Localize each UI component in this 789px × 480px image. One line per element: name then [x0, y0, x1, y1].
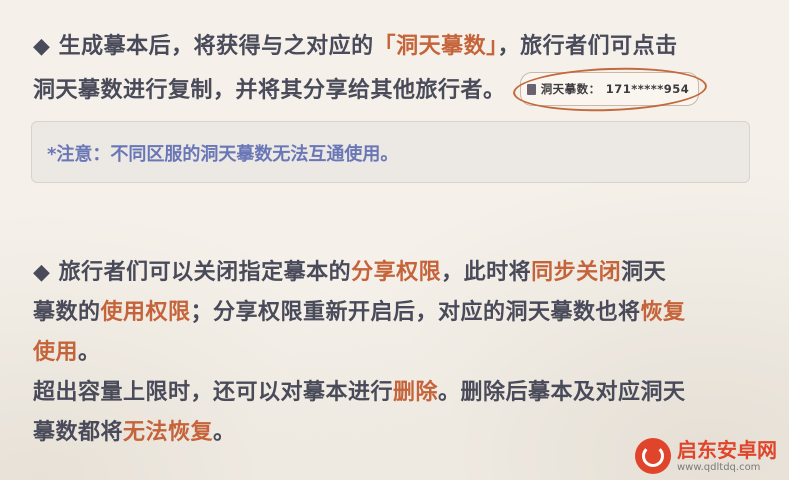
note-text: *注意：不同区服的洞天摹数无法互通使用。: [47, 144, 399, 165]
watermark-title: 启东安卓网: [677, 437, 777, 462]
watermark: 启东安卓网 www.qdltdq.com: [635, 438, 777, 474]
watermark-logo-icon: [635, 438, 671, 474]
bracket-open: 「: [373, 34, 397, 59]
bullet-icon: ◆: [33, 34, 51, 59]
section2-line3: 使用。: [33, 338, 101, 368]
section2-line4: 超出容量上限时，还可以对摹本进行删除。删除后摹本及对应洞天: [33, 378, 686, 408]
bracket-close: 」: [486, 34, 498, 59]
section2-line5: 摹数都将无法恢复。: [33, 418, 236, 448]
highlight-term: 使用: [33, 340, 79, 365]
highlight-term: 无法恢复: [123, 420, 214, 445]
text: 洞天摹数进行复制，并将其分享给其他旅行者。: [33, 78, 506, 103]
section1-line1: ◆ 生成摹本后，将获得与之对应的「洞天摹数」，旅行者们可点击: [33, 32, 678, 62]
highlight-term: 同步关闭: [531, 260, 622, 285]
text: ，旅行者们可点击: [497, 34, 678, 59]
highlight-term: 使用权限: [100, 300, 191, 325]
text: ，此时将: [441, 260, 532, 285]
highlight-term: 洞天摹数: [396, 34, 487, 59]
highlight-circle: [511, 64, 707, 115]
highlight-term: 恢复: [640, 300, 686, 325]
watermark-url: www.qdltdq.com: [677, 461, 761, 473]
section1-line2: 洞天摹数进行复制，并将其分享给其他旅行者。 洞天摹数： 171*****954: [33, 64, 707, 115]
text: 生成摹本后，将获得与之对应的: [58, 34, 374, 59]
bullet-icon: ◆: [33, 260, 51, 285]
text: 超出容量上限时，还可以对摹本进行: [33, 380, 394, 405]
highlight-term: 删除: [393, 380, 439, 405]
share-code-chip[interactable]: 洞天摹数： 171*****954: [511, 64, 707, 115]
section2-line2: 摹数的使用权限；分享权限重新开启后，对应的洞天摹数也将恢复: [33, 298, 686, 328]
text: 。: [213, 420, 236, 445]
note-box: *注意：不同区服的洞天摹数无法互通使用。: [31, 121, 750, 183]
text: 摹数的: [33, 300, 101, 325]
highlight-term: 分享权限: [351, 260, 442, 285]
text: 。删除后摹本及对应洞天: [438, 380, 686, 405]
text: 。: [78, 340, 101, 365]
text: 旅行者们可以关闭指定摹本的: [58, 260, 352, 285]
section2-line1: ◆ 旅行者们可以关闭指定摹本的分享权限，此时将同步关闭洞天: [33, 258, 666, 288]
text: ；分享权限重新开启后，对应的洞天摹数也将: [190, 300, 641, 325]
text: 摹数都将: [33, 420, 124, 445]
text: 洞天: [621, 260, 667, 285]
